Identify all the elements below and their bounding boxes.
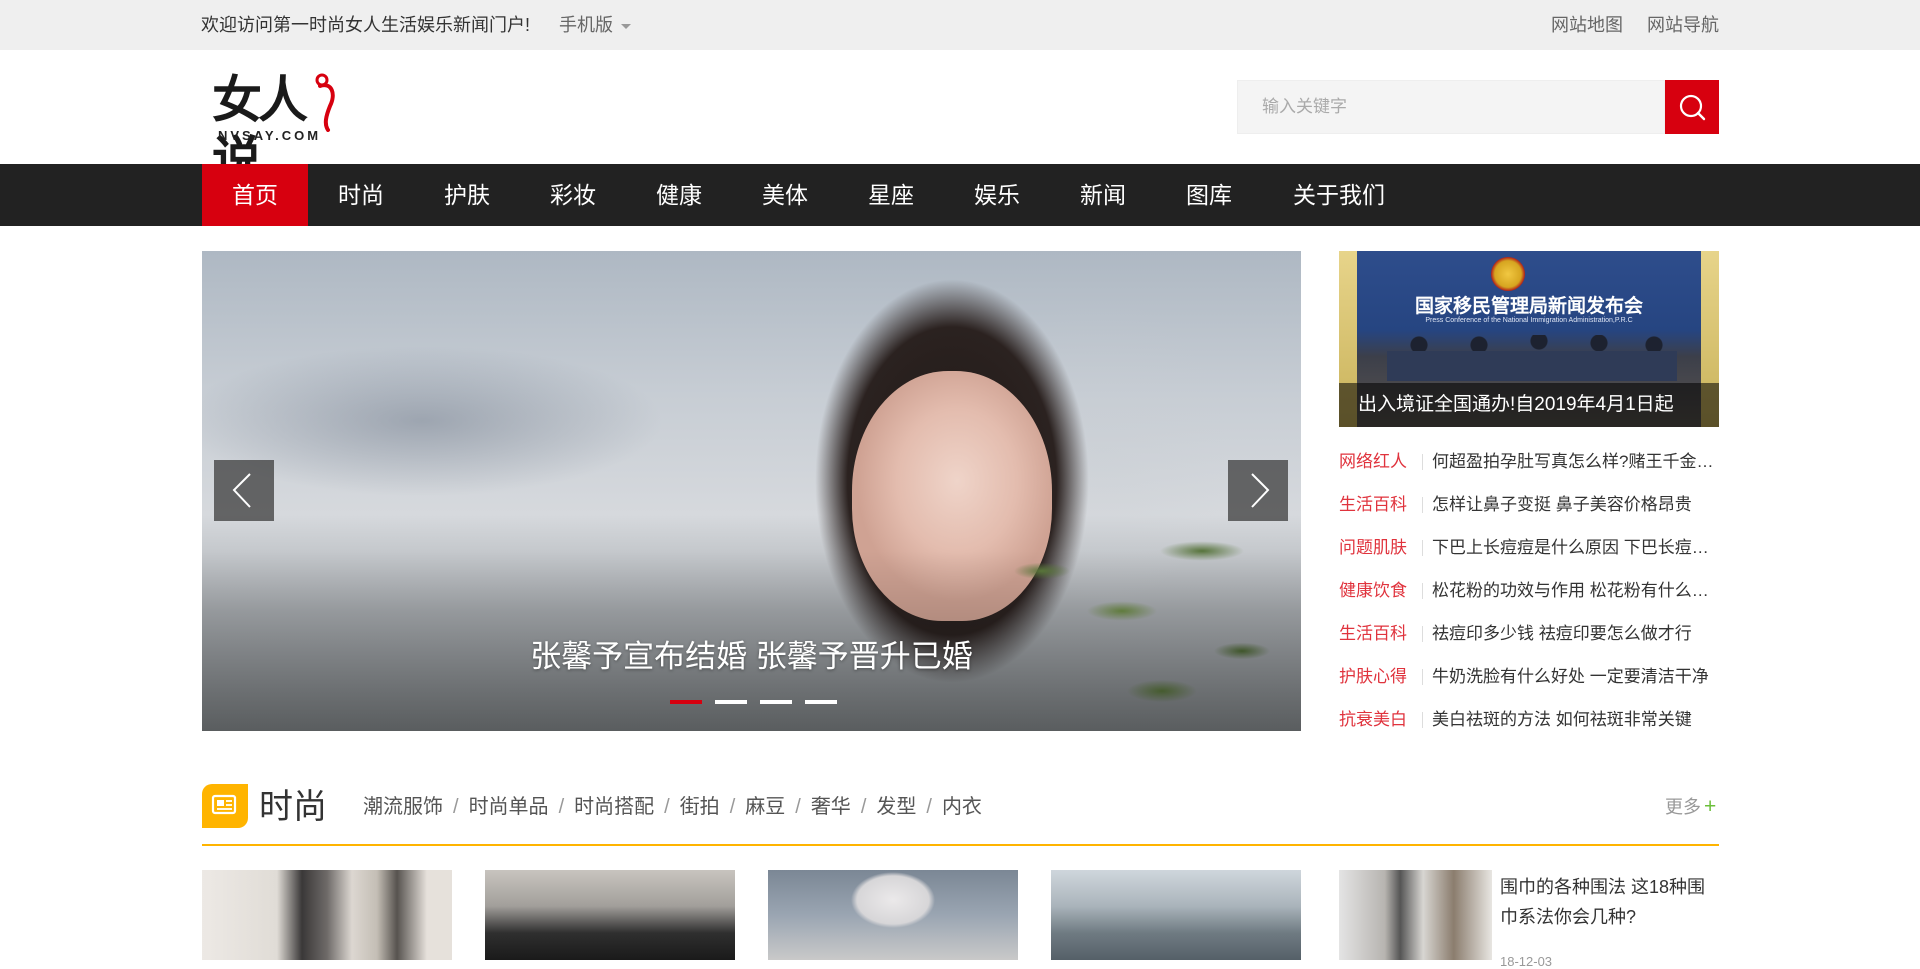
article-thumbnail[interactable] xyxy=(202,870,452,960)
chevron-left-icon xyxy=(232,473,251,508)
list-item-tag[interactable]: 抗衰美白 xyxy=(1339,698,1407,741)
list-item[interactable]: 问题肌肤 下巴上长痘痘是什么原因 下巴长痘痘怎么办 xyxy=(1339,526,1719,569)
top-bar: 欢迎访问第一时尚女人生活娱乐新闻门户! 手机版 网站地图 网站导航 xyxy=(0,0,1920,50)
list-item-tag[interactable]: 护肤心得 xyxy=(1339,655,1407,698)
more-link[interactable]: 更多 + xyxy=(1665,792,1716,822)
nav-item-horoscope[interactable]: 星座 xyxy=(838,164,944,226)
nav-item-home[interactable]: 首页 xyxy=(202,164,308,226)
sitemap-link[interactable]: 网站地图 xyxy=(1551,0,1623,50)
welcome-text: 欢迎访问第一时尚女人生活娱乐新闻门户! xyxy=(201,15,530,35)
section-tab[interactable]: 麻豆 xyxy=(745,796,785,818)
search-box xyxy=(1237,80,1719,134)
nav-item-fashion[interactable]: 时尚 xyxy=(308,164,414,226)
side-feature-caption-bar: 出入境证全国通办!自2019年4月1日起 xyxy=(1339,383,1719,427)
caret-down-icon xyxy=(621,23,631,29)
list-item[interactable]: 生活百科 怎样让鼻子变挺 鼻子美容价格昂贵 xyxy=(1339,483,1719,526)
logo-accent-icon xyxy=(315,73,335,132)
police-emblem-icon xyxy=(1491,257,1525,291)
site-navigation-link[interactable]: 网站导航 xyxy=(1647,0,1719,50)
side-article-date: 18-12-03 xyxy=(1500,954,1553,969)
side-feature-card[interactable]: 国家移民管理局新闻发布会 Press Conference of the Nat… xyxy=(1339,251,1719,427)
main-nav: 首页 时尚 护肤 彩妆 健康 美体 星座 娱乐 新闻 图库 关于我们 xyxy=(0,164,1920,226)
section-tab[interactable]: 潮流服饰 xyxy=(363,796,443,818)
nav-item-makeup[interactable]: 彩妆 xyxy=(520,164,626,226)
site-logo[interactable]: 女人说 NVSAY.COM xyxy=(212,70,344,189)
side-article-thumbnail[interactable] xyxy=(1339,870,1492,960)
section-tabs: 潮流服饰 / 时尚单品 / 时尚搭配 / 街拍 / 麻豆 / 奢华 / 发型 / 内衣 xyxy=(363,796,982,818)
article-thumbnail[interactable] xyxy=(1051,870,1301,960)
nav-item-body[interactable]: 美体 xyxy=(732,164,838,226)
side-feature-caption: 出入境证全国通办!自2019年4月1日起 xyxy=(1358,394,1674,415)
slider-dot-4[interactable] xyxy=(805,700,837,704)
side-feature-banner: 国家移民管理局新闻发布会 xyxy=(1414,296,1643,317)
article-thumbnail[interactable] xyxy=(485,870,735,960)
slider-dot-1[interactable] xyxy=(670,700,702,704)
slider-dot-2[interactable] xyxy=(715,700,747,704)
plus-icon: + xyxy=(1704,795,1717,818)
slider-prev-button[interactable] xyxy=(214,460,274,521)
slider-dot-3[interactable] xyxy=(760,700,792,704)
section-tab[interactable]: 发型 xyxy=(876,796,916,818)
list-item-title[interactable]: 祛痘印多少钱 祛痘印要怎么做才行 xyxy=(1432,612,1719,655)
nav-item-health[interactable]: 健康 xyxy=(626,164,732,226)
list-item-tag[interactable]: 网络红人 xyxy=(1339,440,1407,483)
list-item-title[interactable]: 何超盈拍孕肚写真怎么样?赌王千金何超盈 xyxy=(1432,440,1719,483)
nav-item-entertainment[interactable]: 娱乐 xyxy=(944,164,1050,226)
list-item-tag[interactable]: 生活百科 xyxy=(1339,483,1407,526)
slider-next-button[interactable] xyxy=(1228,460,1288,521)
section-tab[interactable]: 时尚搭配 xyxy=(574,796,654,818)
list-item-title[interactable]: 美白祛斑的方法 如何祛斑非常关键 xyxy=(1432,698,1719,741)
search-icon xyxy=(1679,94,1706,121)
section-tab[interactable]: 街拍 xyxy=(680,796,720,818)
slide-caption[interactable]: 张馨予宣布结婚 张馨予晋升已婚 xyxy=(202,631,1301,676)
article-thumbnail[interactable] xyxy=(768,870,1018,960)
newspaper-icon xyxy=(202,784,248,828)
side-article-title[interactable]: 围巾的各种围法 这18种围巾系法你会几种? xyxy=(1500,872,1719,932)
list-item[interactable]: 网络红人 何超盈拍孕肚写真怎么样?赌王千金何超盈 xyxy=(1339,440,1719,483)
nav-item-about[interactable]: 关于我们 xyxy=(1262,164,1416,226)
nav-item-skincare[interactable]: 护肤 xyxy=(414,164,520,226)
nav-item-news[interactable]: 新闻 xyxy=(1050,164,1156,226)
section-tab[interactable]: 奢华 xyxy=(811,796,851,818)
list-item-tag[interactable]: 问题肌肤 xyxy=(1339,526,1407,569)
list-item-title[interactable]: 下巴上长痘痘是什么原因 下巴长痘痘怎么办 xyxy=(1432,526,1719,569)
nav-item-gallery[interactable]: 图库 xyxy=(1156,164,1262,226)
section-tab[interactable]: 内衣 xyxy=(942,796,982,818)
mobile-version-link[interactable]: 手机版 xyxy=(559,0,631,50)
logo-domain: NVSAY.COM xyxy=(218,128,322,143)
side-feature-banner-sub: Press Conference of the National Immigra… xyxy=(1425,317,1633,324)
list-item[interactable]: 生活百科 祛痘印多少钱 祛痘印要怎么做才行 xyxy=(1339,612,1719,655)
chevron-right-icon xyxy=(1251,473,1270,508)
search-input[interactable] xyxy=(1237,80,1665,134)
list-item-tag[interactable]: 健康饮食 xyxy=(1339,569,1407,612)
list-item[interactable]: 健康饮食 松花粉的功效与作用 松花粉有什么好处 xyxy=(1339,569,1719,612)
hero-slider[interactable]: 张馨予宣布结婚 张馨予晋升已婚 xyxy=(202,251,1301,731)
list-item-tag[interactable]: 生活百科 xyxy=(1339,612,1407,655)
list-item-title[interactable]: 松花粉的功效与作用 松花粉有什么好处 xyxy=(1432,569,1719,612)
section-title: 时尚 xyxy=(259,788,327,826)
section-tab[interactable]: 时尚单品 xyxy=(469,796,549,818)
mobile-version-label: 手机版 xyxy=(559,15,613,35)
list-item-title[interactable]: 怎样让鼻子变挺 鼻子美容价格昂贵 xyxy=(1432,483,1719,526)
list-item[interactable]: 抗衰美白 美白祛斑的方法 如何祛斑非常关键 xyxy=(1339,698,1719,741)
section-divider xyxy=(202,844,1719,846)
list-item[interactable]: 护肤心得 牛奶洗脸有什么好处 一定要清洁干净 xyxy=(1339,655,1719,698)
search-button[interactable] xyxy=(1665,80,1719,134)
list-item-title[interactable]: 牛奶洗脸有什么好处 一定要清洁干净 xyxy=(1432,655,1719,698)
